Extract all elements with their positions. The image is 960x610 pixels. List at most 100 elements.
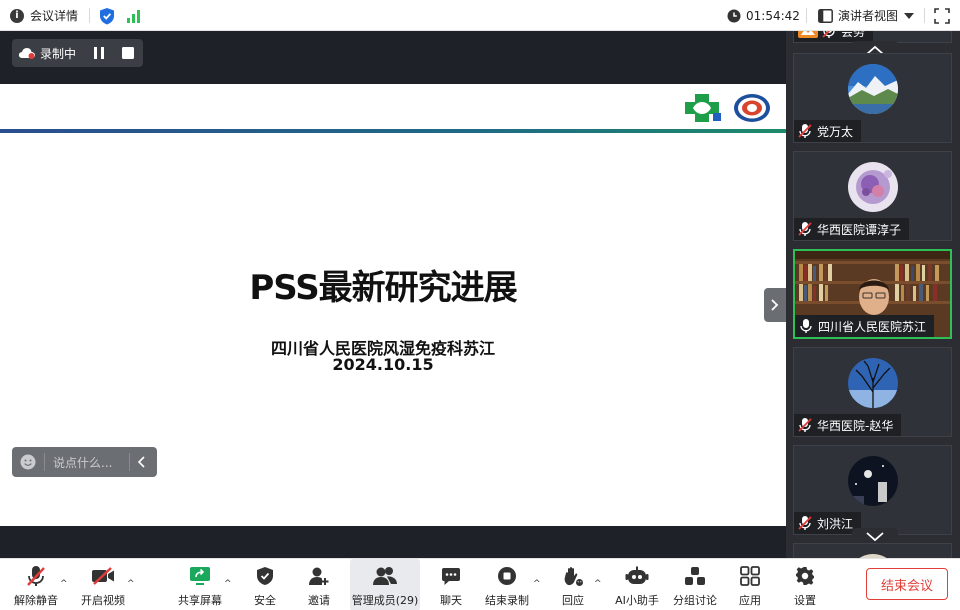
gear-icon (796, 567, 814, 585)
start-video-button[interactable]: 开启视频 (78, 559, 128, 610)
muted-mic-icon (822, 31, 835, 38)
share-screen-button[interactable]: 共享屏幕 (176, 559, 224, 610)
react-button[interactable]: 回应 (558, 559, 588, 610)
chat-button[interactable]: 聊天 (436, 559, 466, 610)
cloud-recording-icon (18, 48, 35, 59)
apps-grid-icon (740, 566, 760, 586)
network-signal-icon[interactable] (126, 0, 142, 31)
participant-tile[interactable]: 华西医院-赵华 (793, 347, 952, 437)
breakout-rooms-icon (685, 567, 705, 585)
layout-icon (818, 8, 833, 23)
emoji-icon[interactable] (20, 454, 36, 470)
end-recording-button[interactable]: 结束录制 (482, 559, 532, 610)
mic-on-icon (800, 319, 812, 333)
shield-icon (257, 567, 273, 585)
apps-button[interactable]: 应用 (735, 559, 765, 610)
participant-name: 华西医院-赵华 (817, 418, 894, 433)
recording-status-bar: 录制中 (12, 39, 143, 67)
ai-assistant-button[interactable]: AI小助手 (613, 559, 661, 610)
muted-mic-icon (798, 516, 812, 530)
recording-label: 录制中 (40, 46, 77, 61)
meeting-details-button[interactable]: i 会议详情 (10, 0, 78, 31)
invite-label: 邀请 (308, 594, 330, 607)
pause-icon (94, 47, 104, 59)
chat-input-box[interactable]: 说点什么... (12, 447, 157, 477)
participant-name: 刘洪江 (817, 516, 854, 531)
avatar (848, 64, 898, 114)
participant-namebar: 刘洪江 (794, 512, 862, 534)
members-icon (373, 567, 397, 585)
collapse-chat-icon[interactable] (137, 456, 145, 468)
security-shield-icon[interactable] (99, 0, 115, 31)
slide-header-line (0, 129, 786, 133)
participant-namebar: 华西医院谭淳子 (794, 218, 910, 240)
view-mode-dropdown[interactable]: 演讲者视图 (818, 0, 915, 31)
timer-text: 01:54:42 (746, 8, 800, 23)
view-mode-label: 演讲者视图 (838, 9, 899, 23)
participant-namebar: 党万太 (794, 120, 862, 142)
participant-gallery: 会务 党万太 华西医院谭淳子 四川省人民医院苏江 华西医院-赵华 刘洪江 (786, 31, 960, 558)
invite-button[interactable]: 邀请 (302, 559, 336, 610)
stop-recording-button[interactable] (117, 43, 139, 63)
host-badge-icon (798, 31, 818, 38)
participant-namebar: 四川省人民医院苏江 (795, 315, 935, 337)
fullscreen-button[interactable] (934, 0, 950, 31)
participant-tile[interactable]: 刘洪江 (793, 445, 952, 535)
clock-icon (727, 9, 741, 22)
security-label: 安全 (254, 594, 276, 607)
manage-members-button[interactable]: 管理成员(29) (350, 559, 420, 610)
share-screen-icon (190, 567, 210, 585)
pause-recording-button[interactable] (88, 43, 110, 63)
institution-seal-icon (734, 94, 770, 122)
hospital-logo-icon (685, 94, 721, 122)
end-meeting-label: 结束会议 (880, 578, 933, 594)
unmute-label: 解除静音 (14, 594, 58, 607)
avatar (848, 456, 898, 506)
manage-members-label: 管理成员(29) (351, 594, 419, 607)
unmute-button[interactable]: 解除静音 (12, 559, 60, 610)
slide-date: 2024.10.15 (332, 355, 434, 374)
participant-name: 会务 (841, 31, 866, 39)
audio-options-caret[interactable]: ^ (60, 579, 68, 589)
share-options-caret[interactable]: ^ (224, 579, 232, 589)
recording-options-caret[interactable]: ^ (533, 579, 541, 589)
avatar (848, 358, 898, 408)
meeting-timer: 01:54:42 (727, 0, 800, 31)
meeting-details-label: 会议详情 (30, 9, 79, 23)
chat-label: 聊天 (440, 594, 462, 607)
muted-mic-icon (798, 222, 812, 236)
chevron-right-icon (771, 299, 779, 311)
info-icon: i (10, 8, 24, 23)
participant-namebar: 华西医院-赵华 (794, 414, 902, 436)
participant-tile-active-speaker[interactable]: 四川省人民医院苏江 (793, 249, 952, 339)
end-meeting-button[interactable]: 结束会议 (866, 568, 948, 600)
settings-button[interactable]: 设置 (790, 559, 820, 610)
breakout-button[interactable]: 分组讨论 (671, 559, 719, 610)
slide-title: PSS最新研究进展 (249, 268, 517, 308)
chat-icon (442, 567, 460, 585)
settings-label: 设置 (794, 594, 816, 607)
expand-gallery-button[interactable] (764, 288, 786, 322)
avatar (848, 162, 898, 212)
participant-tile[interactable] (793, 543, 952, 558)
participant-tile[interactable]: 华西医院谭淳子 (793, 151, 952, 241)
video-options-caret[interactable]: ^ (127, 579, 135, 589)
apps-label: 应用 (739, 594, 761, 607)
record-stop-icon (498, 567, 516, 585)
participant-tile[interactable]: 党万太 (793, 53, 952, 143)
share-screen-label: 共享屏幕 (178, 594, 222, 607)
security-button[interactable]: 安全 (248, 559, 282, 610)
video-off-icon (92, 567, 114, 585)
breakout-label: 分组讨论 (673, 594, 717, 607)
muted-mic-icon (27, 566, 45, 586)
chevron-down-icon (904, 12, 915, 19)
top-bar: i 会议详情 01:54:42 演讲者视图 (0, 0, 960, 31)
chat-placeholder: 说点什么... (53, 455, 113, 470)
react-label: 回应 (562, 594, 584, 607)
stop-icon (122, 47, 134, 59)
reaction-hand-icon (564, 567, 584, 587)
robot-icon (625, 566, 649, 584)
reaction-options-caret[interactable]: ^ (594, 579, 602, 589)
fullscreen-icon (934, 7, 950, 24)
muted-mic-icon (798, 124, 812, 138)
